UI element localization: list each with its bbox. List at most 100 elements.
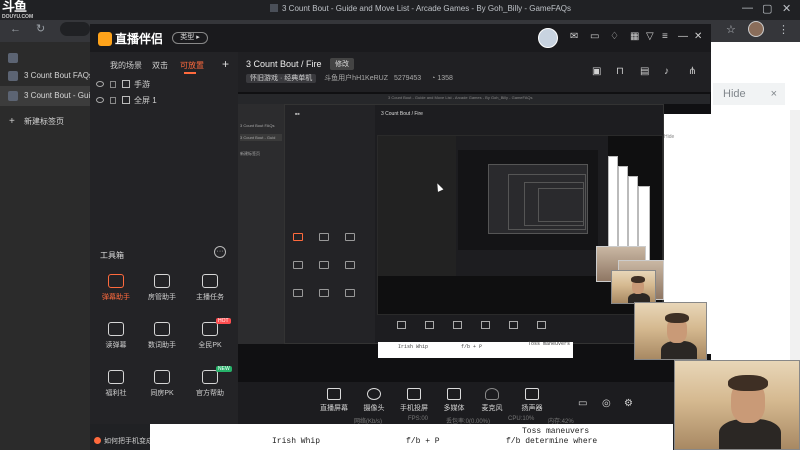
back-icon[interactable]: ←	[10, 23, 21, 35]
streamer-avatar[interactable]	[538, 28, 558, 48]
heat-icon: ◔	[431, 75, 436, 82]
person-hair	[665, 313, 689, 323]
preview-control-icon	[397, 321, 406, 329]
house-icon	[154, 370, 170, 384]
preview-toggle-icon[interactable]: ◎	[602, 398, 611, 409]
eye-icon[interactable]	[96, 97, 104, 103]
browser-tab-label: 3 Count Bout - Guide	[24, 91, 90, 100]
tool-read-danmu[interactable]: 读弹幕	[94, 322, 138, 358]
phone-icon	[407, 388, 421, 400]
tab-list-icon	[8, 53, 18, 63]
preview-inner-app	[378, 136, 608, 276]
skin-icon[interactable]: ▦	[630, 31, 639, 43]
scene-item[interactable]: 手游	[96, 78, 150, 92]
preview-control-icon	[537, 321, 546, 329]
settings-icon[interactable]: ▽	[646, 31, 654, 43]
app-left-panel: 我的场景 双击 可放置 + 手游 全屏 1 工具箱 ··· 弹幕助手 房管助手 …	[90, 52, 238, 445]
edit-title-button[interactable]: 修改	[330, 58, 354, 70]
share-icon[interactable]: ⋔	[688, 66, 696, 77]
preview-controls	[377, 317, 663, 339]
preview-live-title: 3 Count Bout / Fire	[381, 111, 423, 117]
tab-double-click[interactable]: 双击	[152, 60, 168, 71]
person-hair	[631, 276, 645, 283]
tool-all-pk[interactable]: HOT 全民PK	[188, 318, 232, 358]
scene-label: 手游	[134, 80, 150, 89]
douyu-logo: 斗鱼 DOUYU.COM	[2, 0, 36, 20]
browser-tab-2[interactable]: 3 Count Bout - Guide	[0, 86, 90, 106]
new-tab-button[interactable]: + 新建标签页	[0, 112, 90, 132]
profile-avatar[interactable]	[748, 21, 764, 37]
close-icon[interactable]: ✕	[694, 31, 702, 43]
record-icon[interactable]: ▭	[578, 398, 587, 409]
preview-tool	[293, 233, 303, 241]
webcam-overlay-small	[611, 270, 656, 304]
more-icon[interactable]: ···	[214, 246, 226, 258]
gift-icon[interactable]: ▣	[592, 66, 601, 77]
tool-same-room-pk[interactable]: 同房PK	[140, 370, 184, 406]
microphone-button[interactable]: 麦克风	[472, 388, 512, 413]
add-scene-icon[interactable]: +	[222, 57, 229, 71]
reload-icon[interactable]: ↻	[36, 23, 45, 35]
hide-tab[interactable]: Hide ×	[713, 83, 785, 105]
category-tag[interactable]: 怀旧游戏 · 经典单机	[246, 74, 317, 83]
preview-tab: 3 Count Bout - Guid	[240, 134, 282, 141]
brand-type-badge[interactable]: 类型 ▸	[172, 32, 208, 44]
control-label: 扬声器	[521, 405, 543, 412]
status-cpu: CPU:10%	[508, 416, 535, 422]
lock-icon[interactable]	[110, 97, 116, 104]
tool-word-count[interactable]: 数词助手	[140, 322, 184, 358]
camera-button[interactable]: 摄像头	[354, 388, 394, 413]
preview-tab-strip: 3 Count Bout FAQs 3 Count Bout - Guid 新建…	[238, 104, 284, 344]
welfare-car-icon	[108, 370, 124, 384]
box-icon[interactable]: ▤	[640, 66, 649, 77]
tool-official-help[interactable]: NEW 官方帮助	[188, 366, 232, 406]
screen-capture-button[interactable]: 直播屏幕	[314, 388, 354, 413]
mail-icon[interactable]: ✉	[570, 31, 578, 43]
tool-welfare[interactable]: 福利社	[94, 370, 138, 406]
preview-tool	[319, 233, 329, 241]
minimize-icon[interactable]: —	[678, 31, 688, 43]
shirt-icon[interactable]: ♢	[610, 31, 619, 43]
maximize-icon[interactable]: ▢	[762, 2, 772, 15]
close-icon[interactable]: ×	[771, 83, 777, 105]
menu-icon[interactable]: ⋮	[778, 23, 789, 36]
address-bar[interactable]	[60, 22, 90, 36]
phone-game-icon	[122, 80, 130, 88]
hide-label: Hide	[723, 88, 746, 100]
tab-search-icon-row[interactable]	[0, 48, 90, 68]
browser-tab-1[interactable]: 3 Count Bout FAQs, T	[0, 66, 90, 86]
lock-icon[interactable]: ⊓	[616, 66, 624, 77]
person-hair	[728, 375, 768, 391]
tab-placeable[interactable]: 可放置	[180, 60, 204, 74]
eye-icon[interactable]	[96, 81, 104, 87]
control-label: 麦克风	[481, 405, 503, 412]
tool-room-manager[interactable]: 房管助手	[140, 274, 184, 310]
close-window-icon[interactable]: ✕	[782, 2, 791, 15]
status-fps: FPS:00	[408, 416, 429, 422]
live-room-title: 3 Count Bout / Fire	[246, 59, 322, 69]
tool-anchor-task[interactable]: 主播任务	[188, 274, 232, 310]
browser-titlebar: 斗鱼 DOUYU.COM 3 Count Bout - Guide and Mo…	[0, 0, 800, 20]
vertical-tab-strip: 3 Count Bout FAQs, T 3 Count Bout - Guid…	[0, 42, 90, 450]
new-badge: NEW	[216, 366, 232, 372]
tool-label: 官方帮助	[196, 390, 224, 397]
chat-icon[interactable]: ▭	[590, 31, 599, 43]
phone-cast-button[interactable]: 手机投屏	[394, 388, 434, 413]
lock-icon[interactable]	[110, 81, 116, 88]
scene-item[interactable]: 全屏 1	[96, 94, 157, 108]
user-name: 斗鱼用户hH1KeRUZ	[324, 75, 388, 82]
speaker-button[interactable]: 扬声器	[512, 388, 552, 413]
star-icon[interactable]: ☆	[726, 23, 736, 36]
tool-danmu-helper[interactable]: 弹幕助手	[94, 274, 138, 310]
tab-my-scenes[interactable]: 我的场景	[110, 60, 142, 71]
person-body	[661, 341, 697, 359]
menu-lines-icon[interactable]: ≡	[662, 31, 668, 43]
control-label: 直播屏幕	[320, 405, 348, 412]
minimize-icon[interactable]: —	[742, 2, 753, 14]
settings-icon[interactable]: ⚙	[624, 398, 633, 409]
move-name: Irish Whip	[272, 437, 321, 446]
multimedia-button[interactable]: 多媒体	[434, 388, 474, 413]
preview-tool	[293, 261, 303, 269]
bell-icon[interactable]: ♪	[664, 66, 669, 77]
preview-control-icon	[453, 321, 462, 329]
